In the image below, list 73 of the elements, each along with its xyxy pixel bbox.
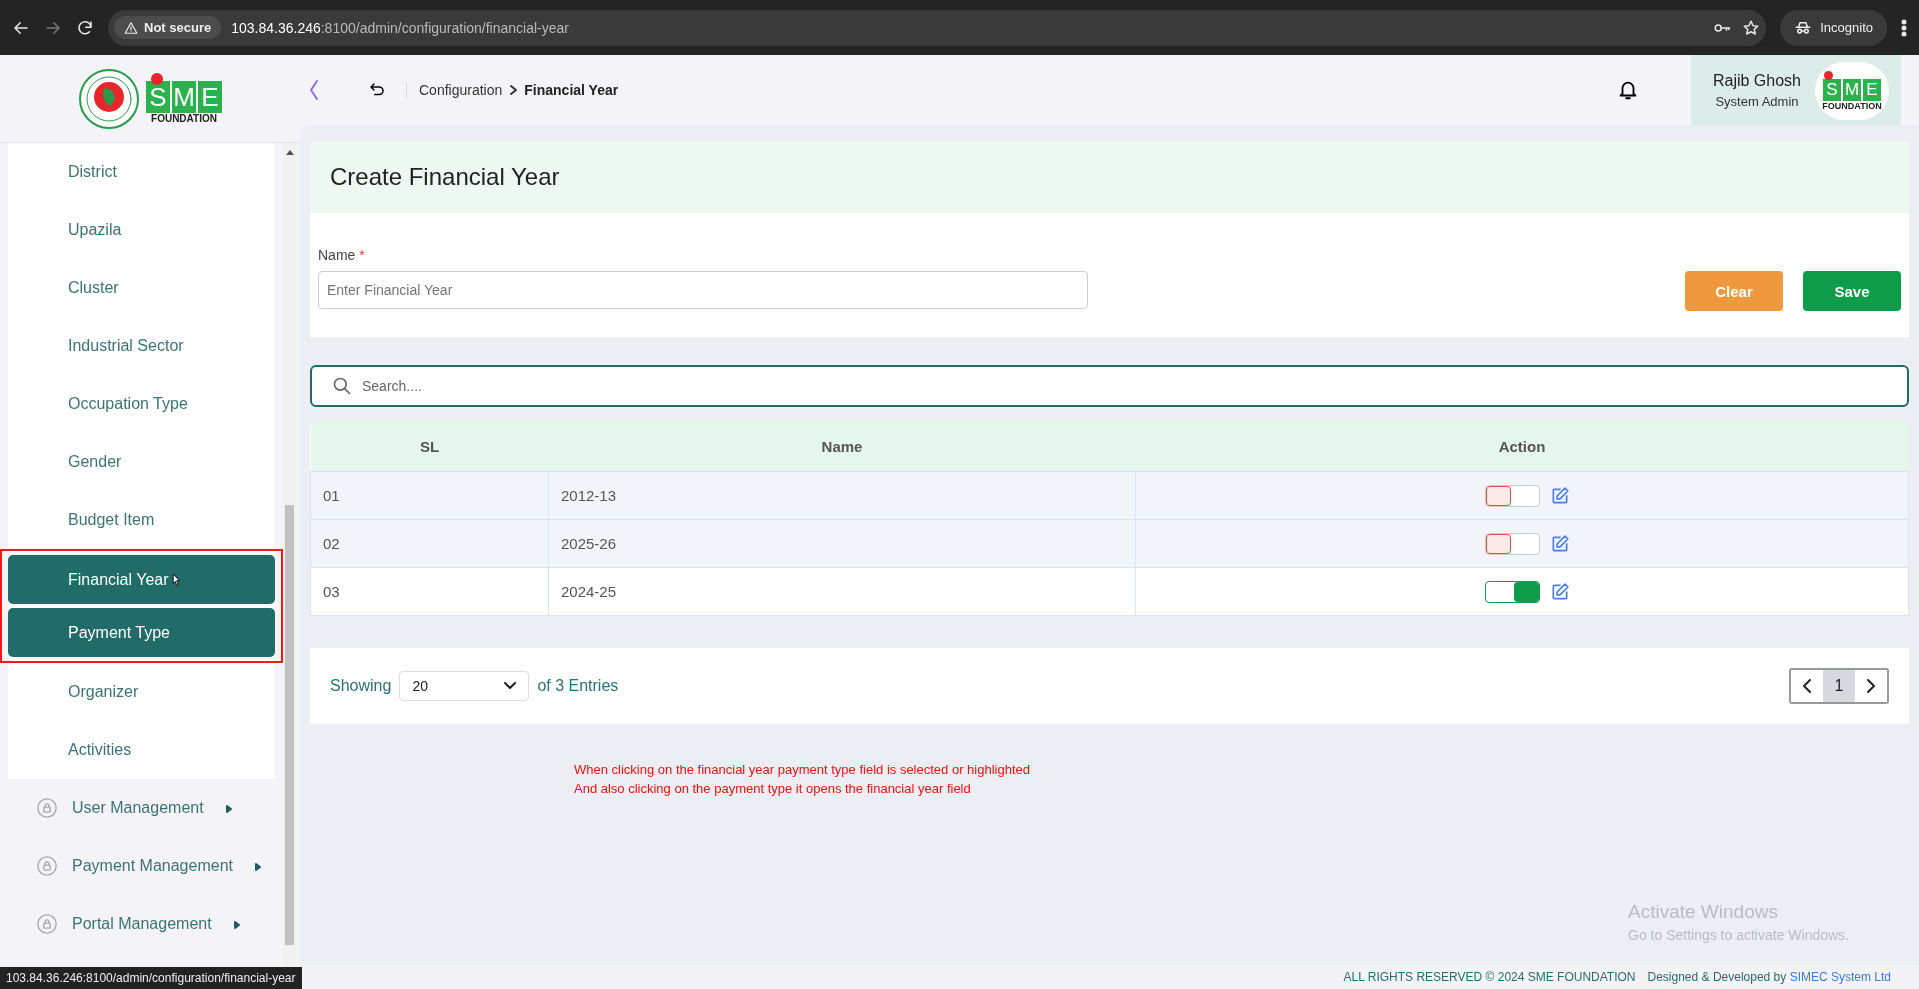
sidebar-item[interactable]: Payment Type bbox=[8, 608, 275, 657]
column-header: Name bbox=[548, 421, 1136, 472]
user-name: Rajib Ghosh bbox=[1712, 72, 1801, 90]
address-bar[interactable]: Not secure 103.84.36.246:8100/admin/configuration/financial-year bbox=[108, 9, 1767, 46]
user-panel[interactable]: Rajib Ghosh System Admin S M E FOUNDATION bbox=[1690, 55, 1901, 126]
chevron-icon bbox=[508, 84, 519, 96]
lock-icon bbox=[36, 855, 58, 877]
toggle-switch[interactable] bbox=[1485, 532, 1540, 555]
collapse-icon[interactable] bbox=[308, 79, 320, 101]
credit-text: Designed & Developed by bbox=[1647, 970, 1787, 984]
edit-icon[interactable] bbox=[1550, 485, 1570, 506]
sidebar-item[interactable]: Budget Item bbox=[8, 491, 275, 549]
scroll-up-icon[interactable] bbox=[285, 149, 294, 155]
toggle-switch[interactable] bbox=[1485, 580, 1540, 603]
sme-logo: S M E FOUNDATION bbox=[146, 73, 222, 124]
sidebar-item[interactable]: Activities bbox=[8, 721, 275, 779]
caret-icon bbox=[225, 805, 232, 813]
input-field[interactable]: Enter Financial Year bbox=[318, 271, 1088, 309]
sidebar-item[interactable]: Financial Year bbox=[8, 555, 275, 604]
table-cell: 2012-13 bbox=[548, 471, 1136, 520]
status-url: 103.84.36.246:8100/admin/configuration/financial-year bbox=[0, 967, 302, 989]
column-header: Action bbox=[1135, 421, 1909, 472]
scrollbar[interactable] bbox=[283, 143, 296, 965]
chevron-left-icon bbox=[1802, 678, 1812, 694]
user-role: System Admin bbox=[1715, 94, 1799, 109]
field-label: Name * bbox=[318, 247, 366, 263]
seal-icon bbox=[78, 67, 140, 130]
toggle-switch[interactable] bbox=[1485, 484, 1540, 507]
copyright-text: ALL RIGHTS RESERVED © 2024 SME FOUNDATION bbox=[1343, 970, 1636, 984]
annotation-note: When clicking on the financial year payment type field is selected or highlighted bbox=[574, 761, 1031, 779]
sidebar-item[interactable]: Occupation Type bbox=[8, 375, 275, 433]
caret-icon bbox=[255, 863, 261, 871]
table-cell: 03 bbox=[310, 567, 549, 616]
sidebar-group[interactable]: Portal Management bbox=[0, 895, 283, 953]
reload-icon[interactable] bbox=[76, 18, 94, 37]
lock-icon bbox=[36, 797, 58, 819]
breadcrumb-current: Financial Year bbox=[524, 82, 619, 98]
table-cell: 02 bbox=[310, 519, 549, 568]
edit-icon[interactable] bbox=[1550, 581, 1570, 602]
table-cell: 2024-25 bbox=[548, 567, 1136, 616]
sidebar-item[interactable]: Cluster bbox=[8, 259, 275, 317]
column-header: SL bbox=[310, 421, 549, 472]
sidebar-item[interactable]: Gender bbox=[8, 433, 275, 491]
entries-label: of 3 Entries bbox=[537, 677, 619, 695]
sidebar-group[interactable]: User Management bbox=[0, 779, 283, 837]
lock-icon bbox=[36, 913, 58, 935]
chevron-right-icon bbox=[1866, 678, 1876, 694]
showing-label: Showing bbox=[330, 677, 392, 695]
star-icon[interactable] bbox=[1742, 18, 1761, 37]
avatar-logo: S M E FOUNDATION bbox=[1822, 70, 1882, 111]
profile-chip[interactable]: Incognito bbox=[1780, 9, 1887, 46]
sidebar-item[interactable]: Industrial Sector bbox=[8, 317, 275, 375]
security-chip[interactable]: Not secure bbox=[114, 16, 222, 39]
sidebar-item[interactable]: District bbox=[8, 143, 275, 201]
annotation-note: And also clicking on the payment type it opens the financial year field bbox=[574, 780, 972, 798]
breadcrumb-link[interactable]: Configuration bbox=[419, 82, 503, 98]
credit-link[interactable]: SIMEC System Ltd bbox=[1789, 970, 1891, 984]
save-button[interactable]: Save bbox=[1803, 271, 1901, 311]
kebab-menu-icon[interactable] bbox=[1901, 18, 1907, 37]
warning-icon bbox=[124, 20, 138, 35]
page-button[interactable]: 1 bbox=[1823, 670, 1855, 702]
sidebar-group[interactable]: Payment Management bbox=[0, 837, 283, 895]
search-icon bbox=[332, 376, 352, 396]
sidebar-item[interactable]: Upazila bbox=[8, 201, 275, 259]
table-cell: 01 bbox=[310, 471, 549, 520]
form-title: Create Financial Year bbox=[310, 141, 1909, 213]
table-cell: 2025-26 bbox=[548, 519, 1136, 568]
edit-icon[interactable] bbox=[1550, 533, 1570, 554]
search-field[interactable]: Search.... bbox=[310, 365, 1909, 407]
caret-icon bbox=[233, 921, 240, 929]
chevron-down-icon bbox=[504, 682, 517, 690]
sidebar-item[interactable]: Organizer bbox=[8, 663, 275, 721]
page-size-select[interactable]: 20 bbox=[399, 671, 530, 701]
